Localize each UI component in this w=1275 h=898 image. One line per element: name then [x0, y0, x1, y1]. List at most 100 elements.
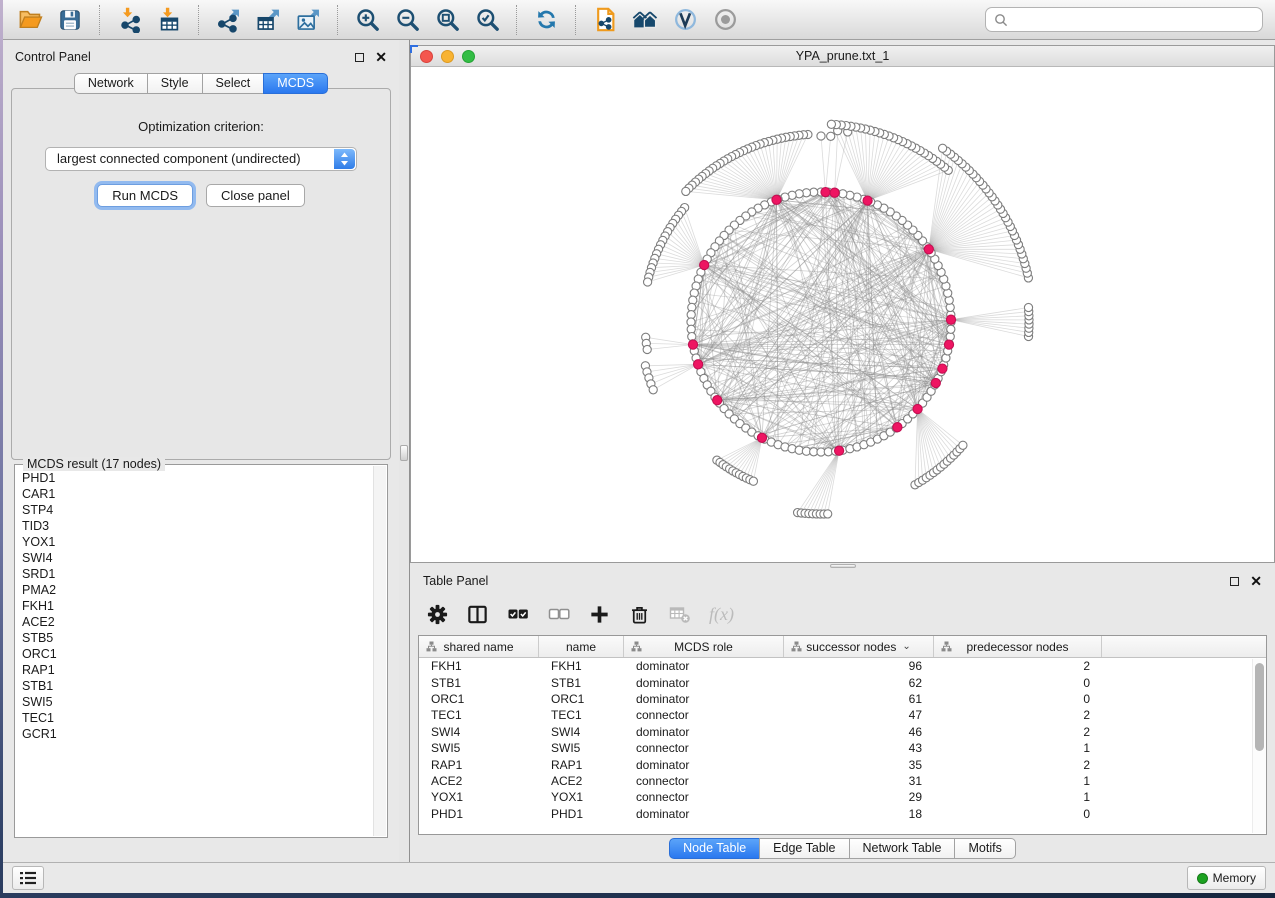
- export-image-button[interactable]: [293, 5, 323, 35]
- table-row[interactable]: YOX1YOX1connector291: [419, 789, 1266, 805]
- table-row[interactable]: SWI5SWI5connector431: [419, 740, 1266, 756]
- close-panel-icon[interactable]: ✕: [1250, 574, 1262, 588]
- graph-leaf-node[interactable]: [959, 441, 967, 449]
- import-table-button[interactable]: [154, 5, 184, 35]
- search-box[interactable]: [985, 7, 1263, 32]
- export-table-button[interactable]: [253, 5, 283, 35]
- search-input[interactable]: [1014, 13, 1254, 27]
- mcds-result-item[interactable]: FKH1: [22, 598, 373, 614]
- graph-leaf-node[interactable]: [682, 187, 690, 195]
- mcds-list-scrollbar[interactable]: [373, 466, 386, 836]
- mcds-result-item[interactable]: STB1: [22, 678, 373, 694]
- mcds-result-item[interactable]: STB5: [22, 630, 373, 646]
- graph-node[interactable]: [947, 325, 955, 333]
- mcds-hub-node[interactable]: [830, 188, 839, 197]
- mcds-hub-node[interactable]: [694, 360, 703, 369]
- table-row[interactable]: STB1STB1dominator620: [419, 674, 1266, 690]
- mcds-result-item[interactable]: ORC1: [22, 646, 373, 662]
- table-row[interactable]: ORC1ORC1dominator610: [419, 691, 1266, 707]
- mcds-hub-node[interactable]: [924, 245, 933, 254]
- mcds-hub-node[interactable]: [700, 260, 709, 269]
- task-history-button[interactable]: [12, 866, 44, 890]
- mcds-hub-node[interactable]: [713, 396, 722, 405]
- column-header-shared-name[interactable]: shared name: [419, 636, 539, 657]
- network-from-document-button[interactable]: [590, 5, 620, 35]
- select-chevrons-icon[interactable]: [334, 149, 355, 169]
- table-row[interactable]: TEC1TEC1connector472: [419, 707, 1266, 723]
- vertical-splitter[interactable]: [399, 40, 410, 862]
- horizontal-splitter[interactable]: [410, 563, 1275, 569]
- column-header-successor-nodes[interactable]: successor nodes⌄: [784, 636, 934, 657]
- mcds-hub-node[interactable]: [863, 196, 872, 205]
- criterion-select[interactable]: largest connected component (undirected): [45, 147, 357, 171]
- mcds-hub-node[interactable]: [913, 404, 922, 413]
- hide-selected-button[interactable]: [670, 5, 700, 35]
- mcds-hub-node[interactable]: [946, 315, 955, 324]
- table-settings-gear-icon[interactable]: [426, 603, 449, 626]
- tab-motifs[interactable]: Motifs: [954, 838, 1015, 859]
- splitter-handle[interactable]: [830, 564, 856, 568]
- mcds-hub-node[interactable]: [757, 433, 766, 442]
- save-session-button[interactable]: [55, 5, 85, 35]
- table-row[interactable]: RAP1RAP1dominator352: [419, 756, 1266, 772]
- graph-leaf-node[interactable]: [827, 132, 835, 140]
- zoom-in-button[interactable]: [352, 5, 382, 35]
- mcds-result-item[interactable]: TID3: [22, 518, 373, 534]
- graph-leaf-node[interactable]: [1024, 303, 1032, 311]
- mcds-hub-node[interactable]: [772, 195, 781, 204]
- close-view-traffic-light[interactable]: [420, 50, 433, 63]
- unselect-all-columns-icon[interactable]: [547, 602, 571, 626]
- graph-leaf-node[interactable]: [649, 386, 657, 394]
- minimize-view-traffic-light[interactable]: [441, 50, 454, 63]
- mcds-result-item[interactable]: TEC1: [22, 710, 373, 726]
- mcds-result-item[interactable]: YOX1: [22, 534, 373, 550]
- tab-node-table[interactable]: Node Table: [669, 838, 760, 859]
- table-row[interactable]: PHD1PHD1dominator180: [419, 806, 1266, 822]
- mcds-result-item[interactable]: PMA2: [22, 582, 373, 598]
- column-header-name[interactable]: name: [539, 636, 624, 657]
- graph-leaf-node[interactable]: [643, 345, 651, 353]
- mcds-result-item[interactable]: SWI5: [22, 694, 373, 710]
- column-header-mcds-role[interactable]: MCDS role: [624, 636, 784, 657]
- zoom-selected-button[interactable]: [472, 5, 502, 35]
- mcds-result-item[interactable]: GCR1: [22, 726, 373, 742]
- export-network-button[interactable]: [213, 5, 243, 35]
- tab-network-table[interactable]: Network Table: [849, 838, 956, 859]
- column-header-predecessor-nodes[interactable]: predecessor nodes: [934, 636, 1102, 657]
- mcds-result-item[interactable]: CAR1: [22, 486, 373, 502]
- tab-network[interactable]: Network: [74, 73, 148, 94]
- zoom-out-button[interactable]: [392, 5, 422, 35]
- maximize-view-traffic-light[interactable]: [462, 50, 475, 63]
- show-all-button[interactable]: [710, 5, 740, 35]
- mcds-result-item[interactable]: ACE2: [22, 614, 373, 630]
- tab-select[interactable]: Select: [202, 73, 265, 94]
- table-row[interactable]: ACE2ACE2connector311: [419, 773, 1266, 789]
- memory-button[interactable]: Memory: [1187, 866, 1266, 890]
- create-column-plus-icon[interactable]: [588, 603, 611, 626]
- graph-leaf-node[interactable]: [749, 477, 757, 485]
- open-session-button[interactable]: [15, 5, 45, 35]
- network-canvas[interactable]: [411, 67, 1274, 562]
- table-scrollbar-thumb[interactable]: [1255, 663, 1264, 751]
- mcds-result-item[interactable]: SRD1: [22, 566, 373, 582]
- mcds-result-item[interactable]: STP4: [22, 502, 373, 518]
- run-mcds-button[interactable]: Run MCDS: [97, 184, 193, 207]
- graph-leaf-node[interactable]: [824, 510, 832, 518]
- group-tools-button[interactable]: [630, 5, 660, 35]
- table-scrollbar[interactable]: [1252, 659, 1266, 833]
- float-panel-icon[interactable]: [1230, 577, 1239, 586]
- apply-layout-button[interactable]: [531, 5, 561, 35]
- mcds-hub-node[interactable]: [688, 340, 697, 349]
- tab-edge-table[interactable]: Edge Table: [759, 838, 849, 859]
- close-panel-button[interactable]: Close panel: [206, 184, 305, 207]
- close-panel-icon[interactable]: ✕: [375, 50, 387, 64]
- tab-style[interactable]: Style: [147, 73, 203, 94]
- mcds-hub-node[interactable]: [938, 364, 947, 373]
- float-panel-icon[interactable]: [355, 53, 364, 62]
- table-row[interactable]: FKH1FKH1dominator962: [419, 658, 1266, 674]
- show-columns-icon[interactable]: [466, 603, 489, 626]
- network-view-titlebar[interactable]: YPA_prune.txt_1: [411, 46, 1274, 67]
- mcds-hub-node[interactable]: [944, 340, 953, 349]
- mcds-hub-node[interactable]: [835, 446, 844, 455]
- graph-leaf-node[interactable]: [817, 132, 825, 140]
